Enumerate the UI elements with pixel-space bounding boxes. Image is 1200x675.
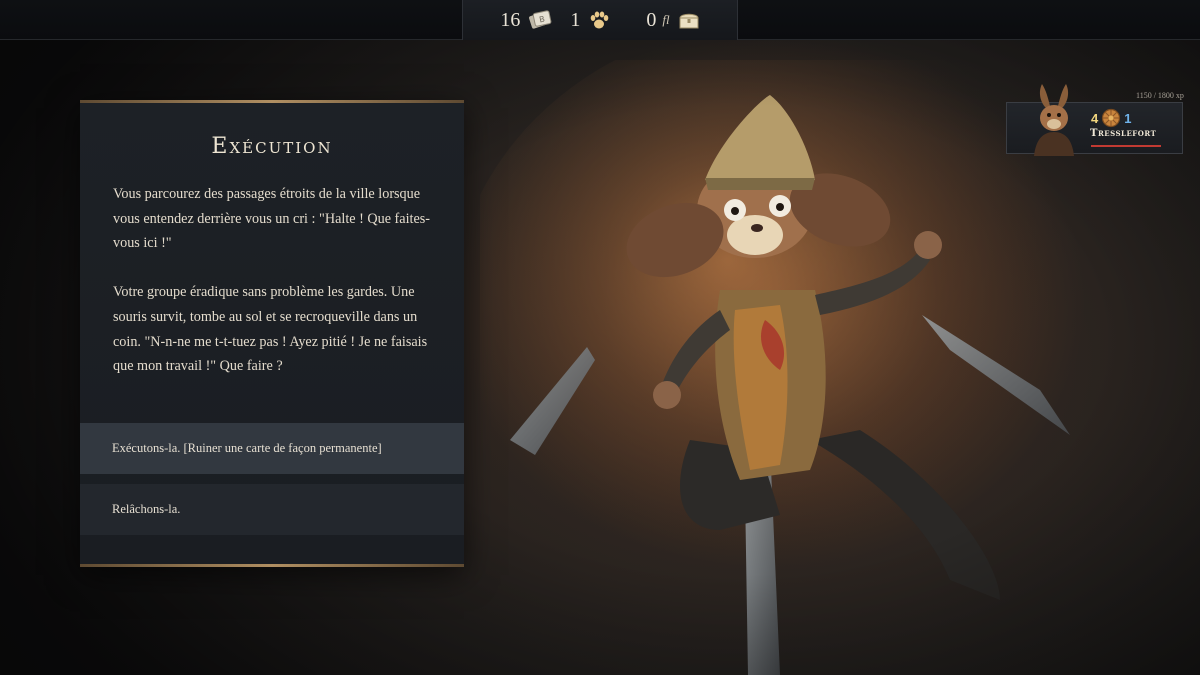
character-stats: 4 1: [1091, 108, 1131, 128]
choice-release-button[interactable]: Relâchons-la.: [80, 484, 464, 535]
paw-counter[interactable]: 1: [570, 9, 610, 32]
character-name: Tresslefort: [1090, 128, 1157, 139]
paw-icon: [591, 11, 609, 29]
event-paragraph: Votre groupe éradique sans problème les …: [113, 284, 428, 375]
character-hp: 4: [1091, 110, 1099, 126]
event-panel: Exécution Vous parcourez des passages ét…: [80, 100, 464, 567]
paw-count: 1: [570, 8, 581, 31]
panel-bottom-border: [80, 564, 464, 567]
gold-unit: fl: [662, 12, 670, 27]
treasure-chest-icon: [679, 13, 699, 29]
gold-counter[interactable]: 0 fl: [646, 9, 699, 32]
character-initiative: 1: [1124, 110, 1132, 126]
deck-counter[interactable]: 16 B: [500, 9, 554, 32]
character-xp: 1150 / 1800 xp: [1136, 91, 1184, 100]
event-description: Vous parcourez des passages étroits de l…: [113, 182, 433, 379]
character-health-fill: [1091, 145, 1161, 147]
rabbit-portrait-icon[interactable]: [1020, 80, 1088, 156]
round-shield-icon: [1102, 108, 1121, 128]
top-resource-bar: 16 B 1 0 fl: [0, 0, 1200, 40]
character-health-bar: [1091, 145, 1161, 147]
gold-count: 0: [646, 8, 657, 31]
choice-execute-button[interactable]: Exécutons-la. [Ruiner une carte de façon…: [80, 423, 464, 474]
event-paragraph: Vous parcourez des passages étroits de l…: [113, 186, 431, 252]
deck-count: 16: [500, 8, 521, 31]
panel-top-border: [80, 100, 464, 103]
resource-counter-group: 16 B 1 0 fl: [462, 0, 738, 40]
deck-card-icon: B: [529, 10, 552, 29]
event-title: Exécution: [211, 134, 333, 159]
